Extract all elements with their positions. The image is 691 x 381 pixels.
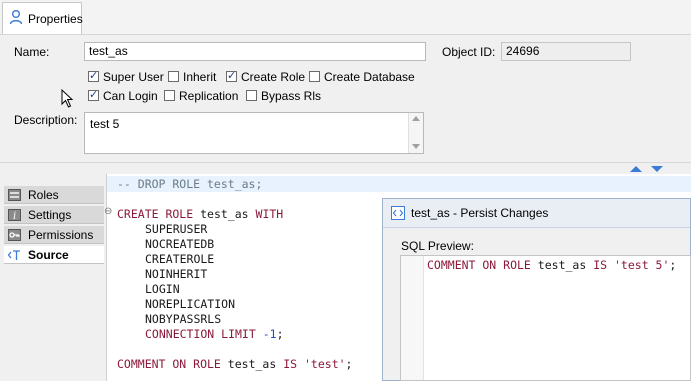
expand-down-icon[interactable] xyxy=(651,165,663,172)
bypass-rls-label: Bypass Rls xyxy=(261,89,322,103)
sql-preview-editor[interactable]: COMMENT ON ROLE test_as IS 'test 5'; xyxy=(400,255,691,381)
editor-tab-strip xyxy=(0,0,691,35)
code-option: NOBYPASSRLS xyxy=(145,312,222,326)
code-option: CREATEROLE xyxy=(145,252,215,266)
code-line-comment: -- DROP ROLE test_as; xyxy=(117,177,263,191)
create-database-label: Create Database xyxy=(324,70,415,84)
bypass-rls-checkbox[interactable] xyxy=(246,90,257,101)
collapse-up-icon[interactable] xyxy=(630,165,642,172)
sidebar-item-label: Settings xyxy=(28,208,72,222)
sql-preview-line: COMMENT ON ROLE test_as IS 'test 5'; xyxy=(427,258,677,272)
create-role-label: Create Role xyxy=(241,70,306,84)
description-textarea[interactable]: test 5 xyxy=(84,112,424,154)
inherit-checkbox[interactable] xyxy=(168,71,179,82)
code-line-connection-limit: CONNECTION LIMIT -1; xyxy=(145,327,284,341)
description-text: test 5 xyxy=(90,117,120,131)
replication-label: Replication xyxy=(179,89,239,103)
scroll-up-icon[interactable] xyxy=(412,116,420,121)
description-label: Description: xyxy=(14,113,78,127)
sidebar-item-roles[interactable]: Roles xyxy=(4,186,104,204)
super-user-label: Super User xyxy=(103,70,164,84)
description-scrollbar[interactable] xyxy=(408,113,423,153)
name-label: Name: xyxy=(14,45,50,59)
object-id-field: 24696 xyxy=(501,42,631,61)
sql-preview-label: SQL Preview: xyxy=(401,239,474,253)
inherit-label: Inherit xyxy=(183,70,217,84)
dialog-title: test_as - Persist Changes xyxy=(411,206,549,220)
fold-toggle-icon[interactable]: ⊖ xyxy=(104,206,112,217)
sidebar-item-source[interactable]: Source xyxy=(4,246,104,264)
sidebar-item-label: Permissions xyxy=(28,228,94,242)
sql-script-icon xyxy=(391,206,405,220)
svg-text:i: i xyxy=(13,211,16,221)
info-icon: i xyxy=(8,209,21,221)
super-user-checkbox[interactable] xyxy=(88,69,99,82)
code-option: LOGIN xyxy=(145,282,180,296)
replication-checkbox[interactable] xyxy=(164,90,175,101)
code-option: NOREPLICATION xyxy=(145,297,236,311)
sidebar-item-permissions[interactable]: Permissions xyxy=(4,226,104,244)
scroll-down-icon[interactable] xyxy=(412,144,420,149)
name-input[interactable]: test_as xyxy=(84,42,426,61)
source-icon xyxy=(8,250,20,260)
create-role-checkbox[interactable] xyxy=(226,69,237,82)
code-option: SUPERUSER xyxy=(145,222,208,236)
roles-icon xyxy=(8,189,21,201)
tab-properties-label: Properties xyxy=(28,12,83,26)
can-login-label: Can Login xyxy=(103,89,158,103)
line-gutter xyxy=(401,256,424,380)
sidebar: Roles i Settings Permissions Source xyxy=(0,174,106,381)
dialog-title-bar[interactable]: test_as - Persist Changes xyxy=(383,199,690,228)
sidebar-item-label: Source xyxy=(28,248,69,262)
code-line-create: CREATE ROLE test_as WITH xyxy=(117,207,284,221)
sidebar-item-label: Roles xyxy=(28,188,59,202)
can-login-checkbox[interactable] xyxy=(88,88,99,101)
code-option: NOCREATEDB xyxy=(145,237,215,251)
key-icon xyxy=(8,229,21,241)
code-option: NOINHERIT xyxy=(145,267,208,281)
code-line-comment-on-role: COMMENT ON ROLE test_as IS 'test'; xyxy=(117,357,353,371)
sidebar-item-settings[interactable]: i Settings xyxy=(4,206,104,224)
tab-properties[interactable]: Properties xyxy=(2,2,83,34)
create-database-checkbox[interactable] xyxy=(309,71,320,82)
object-id-label: Object ID: xyxy=(442,45,496,59)
mouse-cursor-icon xyxy=(61,89,74,108)
user-icon xyxy=(9,10,23,25)
